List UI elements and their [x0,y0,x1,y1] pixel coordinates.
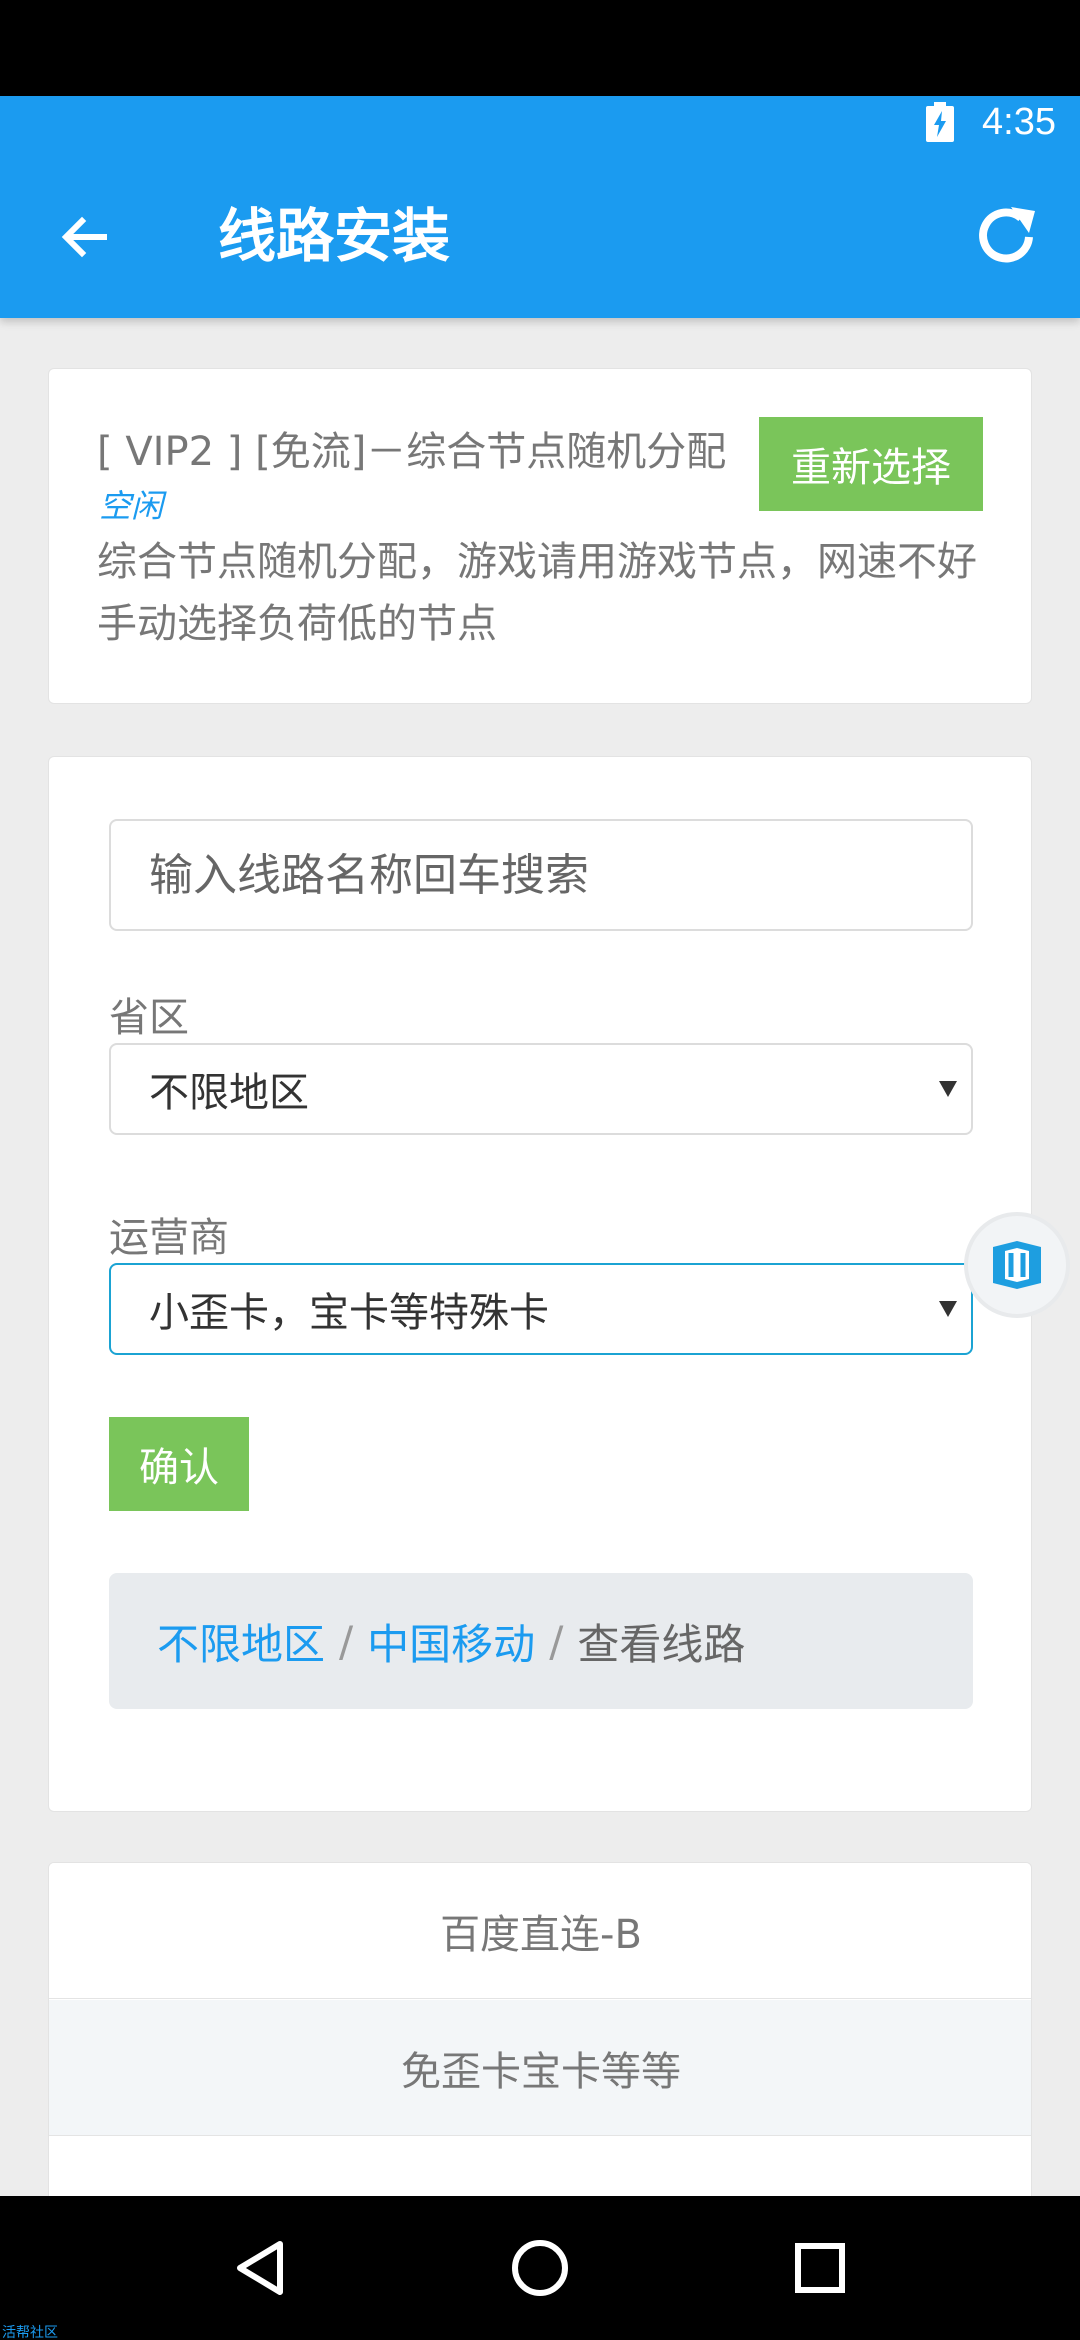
breadcrumb-link-carrier[interactable]: 中国移动 [367,1611,535,1672]
back-button[interactable] [48,201,120,273]
nav-home-button[interactable] [495,2223,585,2313]
status-time: 4:35 [982,101,1056,143]
line-list-item[interactable]: 百度直连-B [49,1863,1031,1999]
breadcrumb: 不限地区 / 中国移动 / 查看线路 [109,1573,973,1709]
selected-line-description: 综合节点随机分配，游戏请用游戏节点，网速不好手动选择负荷低的节点 [97,539,977,647]
cube-icon [993,1241,1041,1289]
dropdown-arrow-icon [939,1301,957,1317]
status-bar-background [0,0,1080,96]
selected-line-title: [ VIP2 ] [免流]－综合节点随机分配 [97,429,727,475]
breadcrumb-current: 查看线路 [577,1619,746,1669]
line-filter-card: 省区 不限地区 运营商 小歪卡，宝卡等特殊卡 确认 不限地区 / 中国移动 / … [48,756,1032,1812]
refresh-icon [979,207,1035,263]
carrier-selected-value: 小歪卡，宝卡等特殊卡 [149,1290,549,1336]
circle-home-icon [512,2240,568,2296]
province-selected-value: 不限地区 [149,1070,309,1116]
province-label: 省区 [109,995,189,1041]
refresh-button[interactable] [966,196,1046,276]
line-list-item[interactable] [49,2137,1031,2201]
nav-back-button[interactable] [215,2223,305,2313]
selected-line-status: 空闲 [99,487,164,525]
page-title: 线路安装 [218,202,451,270]
breadcrumb-link-region[interactable]: 不限地区 [157,1611,325,1672]
breadcrumb-separator: / [339,1616,354,1666]
search-input[interactable] [109,819,973,931]
carrier-select[interactable]: 小歪卡，宝卡等特殊卡 [109,1263,973,1355]
line-list-item[interactable]: 免歪卡宝卡等等 [49,2000,1031,2136]
floating-assistant-button[interactable] [964,1212,1070,1318]
battery-charging-icon [926,102,954,142]
carrier-label: 运营商 [109,1215,229,1261]
watermark: 活帮社区 [2,2325,58,2340]
confirm-button[interactable]: 确认 [109,1417,249,1511]
line-list: 百度直连-B 免歪卡宝卡等等 [48,1862,1032,2202]
reselect-button[interactable]: 重新选择 [759,417,983,511]
arrow-left-icon [61,216,107,258]
breadcrumb-separator: / [549,1616,564,1666]
nav-recents-button[interactable] [775,2223,865,2313]
selected-line-card: [ VIP2 ] [免流]－综合节点随机分配 空闲 综合节点随机分配，游戏请用游… [48,368,1032,704]
province-select[interactable]: 不限地区 [109,1043,973,1135]
system-navigation-bar [0,2196,1080,2340]
square-recents-icon [795,2243,845,2293]
dropdown-arrow-icon [939,1081,957,1097]
triangle-back-icon [237,2241,283,2295]
app-bar: 4:35 线路安装 [0,96,1080,318]
